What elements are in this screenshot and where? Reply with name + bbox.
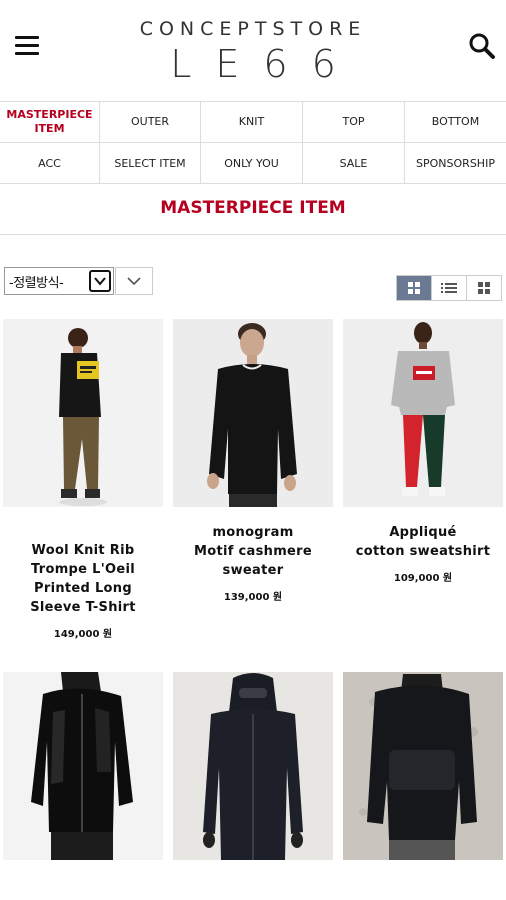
product-row: Wool Knit Rib Trompe L'Oeil Printed Long… xyxy=(0,319,506,649)
sort-order-dropdown[interactable] xyxy=(115,267,153,295)
category-sale[interactable]: SALE xyxy=(303,143,405,184)
product-image[interactable] xyxy=(3,319,163,507)
category-label: BOTTOM xyxy=(431,115,480,128)
sort-select-value: -정렬방식- xyxy=(9,275,64,291)
category-label: SPONSORSHIP xyxy=(416,156,495,170)
sort-select[interactable]: -정렬방식- xyxy=(4,267,114,295)
grid-4-icon xyxy=(478,282,490,294)
product-name[interactable]: monogram Motif cashmere sweater xyxy=(173,523,333,580)
product-image[interactable] xyxy=(343,319,503,507)
product-name[interactable]: Wool Knit Rib Trompe L'Oeil Printed Long… xyxy=(3,541,163,617)
product-image[interactable] xyxy=(173,672,333,860)
title-divider xyxy=(0,234,506,235)
search-icon[interactable] xyxy=(468,32,496,60)
product-image[interactable] xyxy=(343,672,503,860)
category-label: MASTERPIECE ITEM xyxy=(6,108,93,135)
category-masterpiece-item[interactable]: MASTERPIECE ITEM xyxy=(0,102,100,143)
list-icon xyxy=(441,283,457,293)
category-label: SALE xyxy=(339,156,368,170)
product-image[interactable] xyxy=(3,672,163,860)
category-label: SELECT ITEM xyxy=(114,156,186,170)
product-price: 139,000 원 xyxy=(223,592,283,603)
logo-top-text[interactable]: CONCEPTSTORE xyxy=(0,18,506,40)
product-image[interactable] xyxy=(173,319,333,507)
header: CONCEPTSTORE LE66 xyxy=(0,0,506,100)
grid-2-icon xyxy=(408,282,420,294)
product-name[interactable]: Appliqué cotton sweatshirt xyxy=(343,523,503,561)
category-select-item[interactable]: SELECT ITEM xyxy=(100,143,201,184)
product-price: 149,000 원 xyxy=(53,629,113,640)
view-mode-toggle xyxy=(396,275,502,301)
category-label: TOP xyxy=(342,115,365,128)
product-info: Appliqué cotton sweatshirt 109,000 원 xyxy=(343,523,503,584)
category-nav: MASTERPIECE ITEM OUTER KNIT TOP BOTTOM A… xyxy=(0,101,506,184)
category-only-you[interactable]: ONLY YOU xyxy=(201,143,303,184)
category-bottom[interactable]: BOTTOM xyxy=(405,102,506,143)
logo-main-text[interactable]: LE66 xyxy=(0,42,506,86)
category-label: ACC xyxy=(38,156,61,170)
product-price: 109,000 원 xyxy=(393,573,453,584)
category-knit[interactable]: KNIT xyxy=(201,102,303,143)
grid-2-view-button[interactable] xyxy=(397,276,432,300)
chevron-down-icon xyxy=(127,277,141,286)
category-acc[interactable]: ACC xyxy=(0,143,100,184)
page-title: MASTERPIECE ITEM xyxy=(160,198,346,218)
category-label: OUTER xyxy=(130,115,170,128)
list-view-button[interactable] xyxy=(432,276,467,300)
chevron-down-icon xyxy=(89,270,111,292)
product-row xyxy=(0,672,506,860)
category-top[interactable]: TOP xyxy=(303,102,405,143)
category-outer[interactable]: OUTER xyxy=(100,102,201,143)
category-label: KNIT xyxy=(238,115,265,128)
product-info: Wool Knit Rib Trompe L'Oeil Printed Long… xyxy=(3,541,163,640)
grid-4-view-button[interactable] xyxy=(467,276,501,300)
product-info: monogram Motif cashmere sweater 139,000 … xyxy=(173,523,333,603)
category-label: ONLY YOU xyxy=(224,156,279,170)
category-sponsorship[interactable]: SPONSORSHIP xyxy=(405,143,506,184)
